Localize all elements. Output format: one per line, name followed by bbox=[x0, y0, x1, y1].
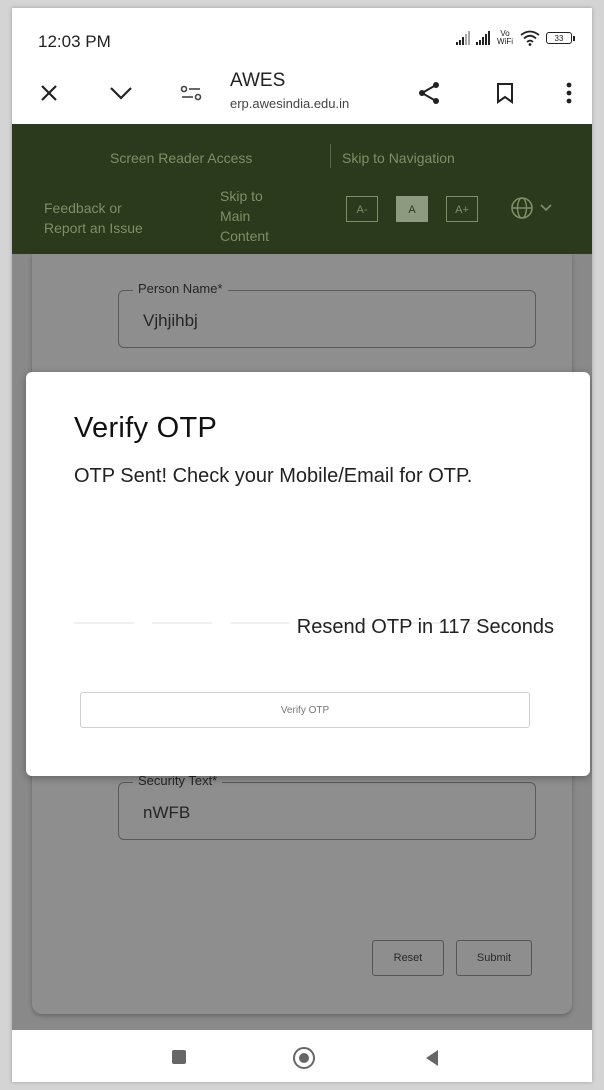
font-normal-button[interactable]: A bbox=[396, 196, 428, 222]
resend-otp-countdown: Resend OTP in 117 Seconds bbox=[296, 616, 554, 638]
reset-button[interactable]: Reset bbox=[372, 940, 444, 976]
wifi-icon bbox=[520, 30, 540, 46]
battery-icon: 33 bbox=[546, 32, 575, 44]
person-name-label: Person Name* bbox=[133, 281, 228, 296]
globe-icon bbox=[511, 197, 533, 219]
header-divider bbox=[330, 144, 331, 168]
person-name-field[interactable]: Person Name* Vjhjihbj bbox=[118, 281, 536, 348]
site-header: Screen Reader Access Skip to Navigation … bbox=[12, 124, 592, 254]
submit-button[interactable]: Submit bbox=[456, 940, 532, 976]
security-text-value: nWFB bbox=[143, 803, 191, 822]
status-icons: Vo WiFi 33 bbox=[456, 29, 575, 46]
site-url[interactable]: erp.awesindia.edu.in bbox=[230, 96, 349, 111]
site-title: AWES bbox=[230, 70, 286, 91]
back-icon[interactable] bbox=[422, 1048, 442, 1068]
otp-digit-input[interactable] bbox=[230, 594, 290, 624]
dialog-title: Verify OTP bbox=[74, 412, 218, 444]
skip-to-navigation-link[interactable]: Skip to Navigation bbox=[342, 150, 455, 166]
feedback-link[interactable]: Feedback or Report an Issue bbox=[44, 198, 143, 238]
chevron-down-icon[interactable] bbox=[106, 78, 136, 108]
font-increase-button[interactable]: A+ bbox=[446, 196, 478, 222]
verify-otp-dialog: Verify OTP OTP Sent! Check your Mobile/E… bbox=[26, 372, 590, 776]
share-icon[interactable] bbox=[414, 78, 444, 108]
status-bar: 12:03 PM Vo WiFi 33 bbox=[12, 8, 592, 64]
otp-digit-input[interactable] bbox=[74, 594, 134, 624]
status-time: 12:03 PM bbox=[38, 32, 111, 51]
recent-apps-icon[interactable] bbox=[172, 1050, 186, 1064]
close-icon[interactable] bbox=[34, 78, 64, 108]
site-settings-icon[interactable] bbox=[176, 78, 206, 108]
browser-toolbar: AWES erp.awesindia.edu.in bbox=[12, 64, 592, 124]
signal-icon bbox=[476, 31, 490, 45]
dialog-message: OTP Sent! Check your Mobile/Email for OT… bbox=[74, 465, 473, 487]
security-text-field[interactable]: Security Text* nWFB bbox=[118, 773, 536, 840]
chevron-down-icon bbox=[540, 204, 552, 212]
person-name-value: Vjhjihbj bbox=[143, 311, 198, 330]
font-decrease-button[interactable]: A- bbox=[346, 196, 378, 222]
more-vert-icon[interactable] bbox=[554, 78, 584, 108]
bookmark-icon[interactable] bbox=[490, 78, 520, 108]
signal-icon bbox=[456, 31, 470, 45]
phone-screen: 12:03 PM Vo WiFi 33 AWES erp.awesindia.e… bbox=[12, 8, 592, 1082]
language-selector[interactable] bbox=[510, 196, 552, 220]
otp-digit-input[interactable] bbox=[152, 594, 212, 624]
skip-to-main-content-link[interactable]: Skip to Main Content bbox=[220, 186, 269, 246]
screen-reader-access-link[interactable]: Screen Reader Access bbox=[110, 150, 252, 166]
vowifi-icon: Vo WiFi bbox=[497, 29, 513, 46]
home-icon[interactable] bbox=[292, 1046, 316, 1070]
system-nav-bar bbox=[12, 1030, 592, 1082]
verify-otp-button[interactable]: Verify OTP bbox=[80, 692, 530, 728]
